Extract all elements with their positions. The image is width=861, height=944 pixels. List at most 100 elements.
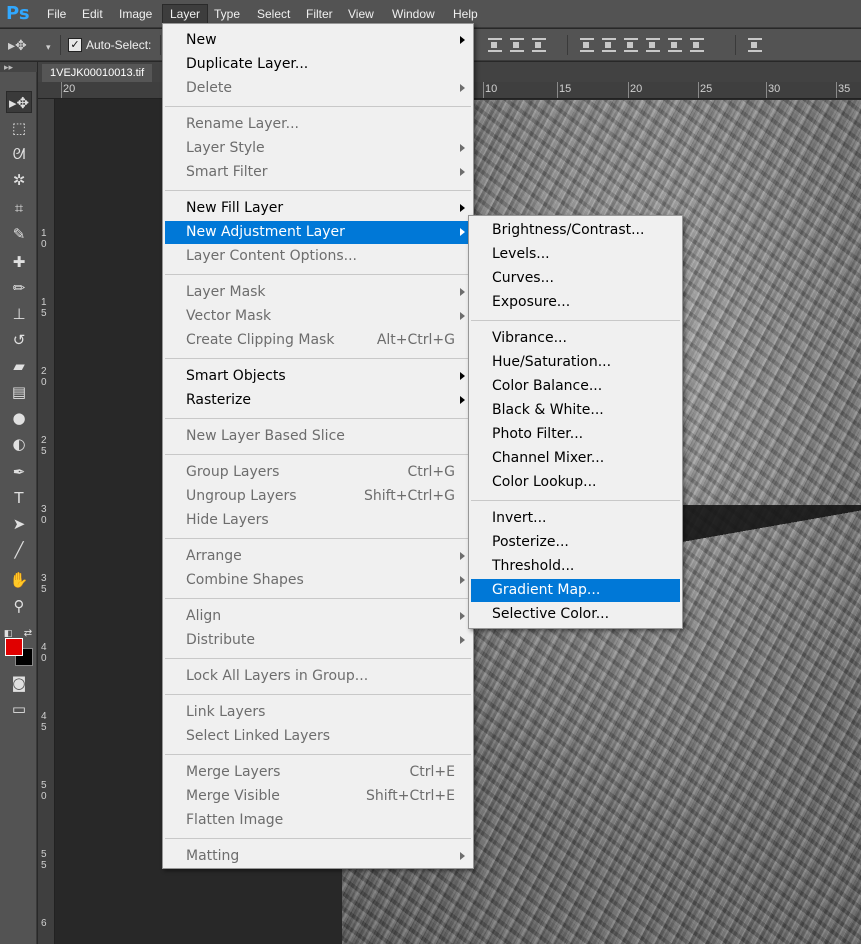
- clone-stamp-tool-icon[interactable]: ⊥: [6, 303, 32, 325]
- menu-window[interactable]: Window: [385, 4, 442, 24]
- move-tool-icon[interactable]: ▸✥: [6, 91, 32, 113]
- menu-help[interactable]: Help: [446, 4, 485, 24]
- menu-item-combine-shapes[interactable]: Combine Shapes: [165, 569, 471, 592]
- menu-item-new-fill-layer[interactable]: New Fill Layer: [165, 197, 471, 220]
- gradient-tool-icon[interactable]: ▤: [6, 381, 32, 403]
- eyedropper-tool-icon[interactable]: ✎: [6, 223, 32, 245]
- blur-tool-icon[interactable]: ●: [6, 407, 32, 429]
- menu-item-color-lookup[interactable]: Color Lookup...: [471, 471, 680, 494]
- align-top-icon[interactable]: [488, 38, 502, 52]
- distribute-top-icon[interactable]: [580, 38, 594, 52]
- distribute-left-icon[interactable]: [646, 38, 660, 52]
- menu-view[interactable]: View: [341, 4, 381, 24]
- menu-item-threshold[interactable]: Threshold...: [471, 555, 680, 578]
- default-colors-icon[interactable]: ◧: [2, 628, 14, 640]
- type-tool-icon[interactable]: T: [6, 487, 32, 509]
- distribute-vcenter-icon[interactable]: [602, 38, 616, 52]
- menu-item-exposure[interactable]: Exposure...: [471, 291, 680, 314]
- menu-item-layer-style[interactable]: Layer Style: [165, 137, 471, 160]
- menu-type[interactable]: Type: [207, 4, 247, 24]
- menu-item-invert[interactable]: Invert...: [471, 507, 680, 530]
- menu-item-levels[interactable]: Levels...: [471, 243, 680, 266]
- checkbox-icon[interactable]: ✓: [68, 38, 82, 52]
- menu-item-gradient-map[interactable]: Gradient Map...: [471, 579, 680, 602]
- dodge-tool-icon[interactable]: ◐: [6, 433, 32, 455]
- menu-edit[interactable]: Edit: [75, 4, 110, 24]
- menu-item-hue-saturation[interactable]: Hue/Saturation...: [471, 351, 680, 374]
- menu-item-align[interactable]: Align: [165, 605, 471, 628]
- menu-item-photo-filter[interactable]: Photo Filter...: [471, 423, 680, 446]
- crop-tool-icon[interactable]: ⌗: [6, 197, 32, 219]
- menu-item-flatten-image[interactable]: Flatten Image: [165, 809, 471, 832]
- menu-filter[interactable]: Filter: [299, 4, 340, 24]
- distribute-hcenter-icon[interactable]: [668, 38, 682, 52]
- move-icon[interactable]: ▸✥: [8, 38, 27, 52]
- marquee-tool-icon[interactable]: ⬚: [6, 117, 32, 139]
- hand-tool-icon[interactable]: ✋: [6, 569, 32, 591]
- menu-select[interactable]: Select: [250, 4, 297, 24]
- quick-mask-icon[interactable]: ◙: [6, 672, 32, 694]
- ruler-label: 1: [41, 228, 47, 239]
- history-brush-tool-icon[interactable]: ↺: [6, 329, 32, 351]
- menu-item-layer-content-options[interactable]: Layer Content Options...: [165, 245, 471, 268]
- menu-item-hide-layers[interactable]: Hide Layers: [165, 509, 471, 532]
- menu-image[interactable]: Image: [112, 4, 159, 24]
- menu-item-black-white[interactable]: Black & White...: [471, 399, 680, 422]
- ruler-tick: [557, 82, 558, 98]
- menu-item-label: Selective Color...: [492, 606, 610, 622]
- menu-item-rename-layer[interactable]: Rename Layer...: [165, 113, 471, 136]
- align-vcenter-icon[interactable]: [510, 38, 524, 52]
- menu-item-smart-objects[interactable]: Smart Objects: [165, 365, 471, 388]
- menu-item-create-clipping-mask[interactable]: Create Clipping Mask Alt+Ctrl+G: [165, 329, 471, 352]
- pen-tool-icon[interactable]: ✒: [6, 461, 32, 483]
- menu-item-vector-mask[interactable]: Vector Mask: [165, 305, 471, 328]
- menu-item-brightness-contrast[interactable]: Brightness/Contrast...: [471, 219, 680, 242]
- menu-item-lock-all-layers-in-group[interactable]: Lock All Layers in Group...: [165, 665, 471, 688]
- quick-selection-tool-icon[interactable]: ✲: [6, 169, 32, 191]
- tool-preset-dropdown-icon[interactable]: ▾: [46, 40, 51, 54]
- healing-brush-tool-icon[interactable]: ✚: [6, 251, 32, 273]
- menu-item-layer-mask[interactable]: Layer Mask: [165, 281, 471, 304]
- menu-item-color-balance[interactable]: Color Balance...: [471, 375, 680, 398]
- ruler-label: 0: [41, 515, 47, 526]
- menu-item-posterize[interactable]: Posterize...: [471, 531, 680, 554]
- auto-select-checkbox[interactable]: ✓ Auto-Select:: [68, 37, 151, 53]
- menu-item-vibrance[interactable]: Vibrance...: [471, 327, 680, 350]
- menu-item-merge-layers[interactable]: Merge Layers Ctrl+E: [165, 761, 471, 784]
- path-selection-tool-icon[interactable]: ➤: [6, 513, 32, 535]
- menu-item-ungroup-layers[interactable]: Ungroup Layers Shift+Ctrl+G: [165, 485, 471, 508]
- distribute-right-icon[interactable]: [690, 38, 704, 52]
- menu-item-new-adjustment-layer[interactable]: New Adjustment Layer: [165, 221, 471, 244]
- zoom-tool-icon[interactable]: ⚲: [6, 595, 32, 617]
- align-bottom-icon[interactable]: [532, 38, 546, 52]
- brush-tool-icon[interactable]: ✏: [6, 277, 32, 299]
- menu-item-arrange[interactable]: Arrange: [165, 545, 471, 568]
- menu-item-merge-visible[interactable]: Merge Visible Shift+Ctrl+E: [165, 785, 471, 808]
- swap-colors-icon[interactable]: ⇄: [22, 628, 34, 640]
- foreground-color-swatch[interactable]: [5, 638, 23, 656]
- screen-mode-icon[interactable]: ▭: [6, 698, 32, 720]
- menu-item-distribute[interactable]: Distribute: [165, 629, 471, 652]
- lasso-tool-icon[interactable]: ᘛ: [6, 143, 32, 165]
- line-tool-icon[interactable]: ╱: [6, 539, 32, 561]
- menu-item-select-linked-layers[interactable]: Select Linked Layers: [165, 725, 471, 748]
- menu-item-channel-mixer[interactable]: Channel Mixer...: [471, 447, 680, 470]
- menu-item-matting[interactable]: Matting: [165, 845, 471, 868]
- document-tab[interactable]: 1VEJK00010013.tif: [42, 64, 153, 82]
- menu-item-group-layers[interactable]: Group Layers Ctrl+G: [165, 461, 471, 484]
- menu-item-duplicate-layer[interactable]: Duplicate Layer...: [165, 53, 471, 76]
- panel-grip[interactable]: ▸▸: [0, 62, 37, 72]
- menu-item-rasterize[interactable]: Rasterize: [165, 389, 471, 412]
- menu-item-new-layer-based-slice[interactable]: New Layer Based Slice: [165, 425, 471, 448]
- menu-item-delete[interactable]: Delete: [165, 77, 471, 100]
- menu-file[interactable]: File: [40, 4, 73, 24]
- menu-layer[interactable]: Layer: [162, 4, 209, 24]
- menu-item-link-layers[interactable]: Link Layers: [165, 701, 471, 724]
- distribute-bottom-icon[interactable]: [624, 38, 638, 52]
- auto-align-layers-icon[interactable]: [748, 38, 762, 52]
- menu-item-new[interactable]: New: [165, 29, 471, 52]
- menu-item-selective-color[interactable]: Selective Color...: [471, 603, 680, 626]
- menu-item-smart-filter[interactable]: Smart Filter: [165, 161, 471, 184]
- eraser-tool-icon[interactable]: ▰: [6, 355, 32, 377]
- menu-item-curves[interactable]: Curves...: [471, 267, 680, 290]
